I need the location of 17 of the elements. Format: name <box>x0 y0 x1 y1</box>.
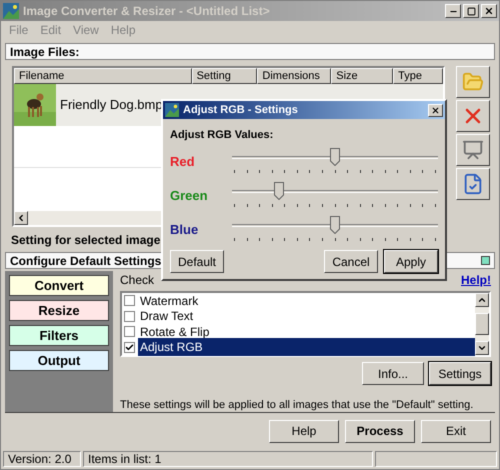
channel-label: Red <box>170 152 196 170</box>
status-text: Version: 2.0 <box>8 450 72 468</box>
option-label: Watermark <box>139 292 200 310</box>
dialog-heading: Adjust RGB Values: <box>170 129 274 141</box>
option-label: Draw Text <box>139 308 194 326</box>
section-title: Configure Default Settings <box>10 252 162 270</box>
status-text: Items in list: 1 <box>88 450 162 468</box>
check-label: Check <box>120 272 154 289</box>
file-name: Friendly Dog.bmp <box>60 96 163 114</box>
option-label: Adjust RGB <box>138 338 475 356</box>
note-text: These settings will be applied to all images that use the "Default" setting. <box>120 399 474 411</box>
channel-label: Blue <box>170 220 200 238</box>
section-title: Image Files: <box>10 44 80 60</box>
dialog-title: Adjust RGB - Settings <box>183 102 298 118</box>
option-label: Rotate & Flip <box>139 324 210 341</box>
setting-label: Setting for selected image <box>11 232 160 249</box>
channel-label: Green <box>170 186 209 204</box>
